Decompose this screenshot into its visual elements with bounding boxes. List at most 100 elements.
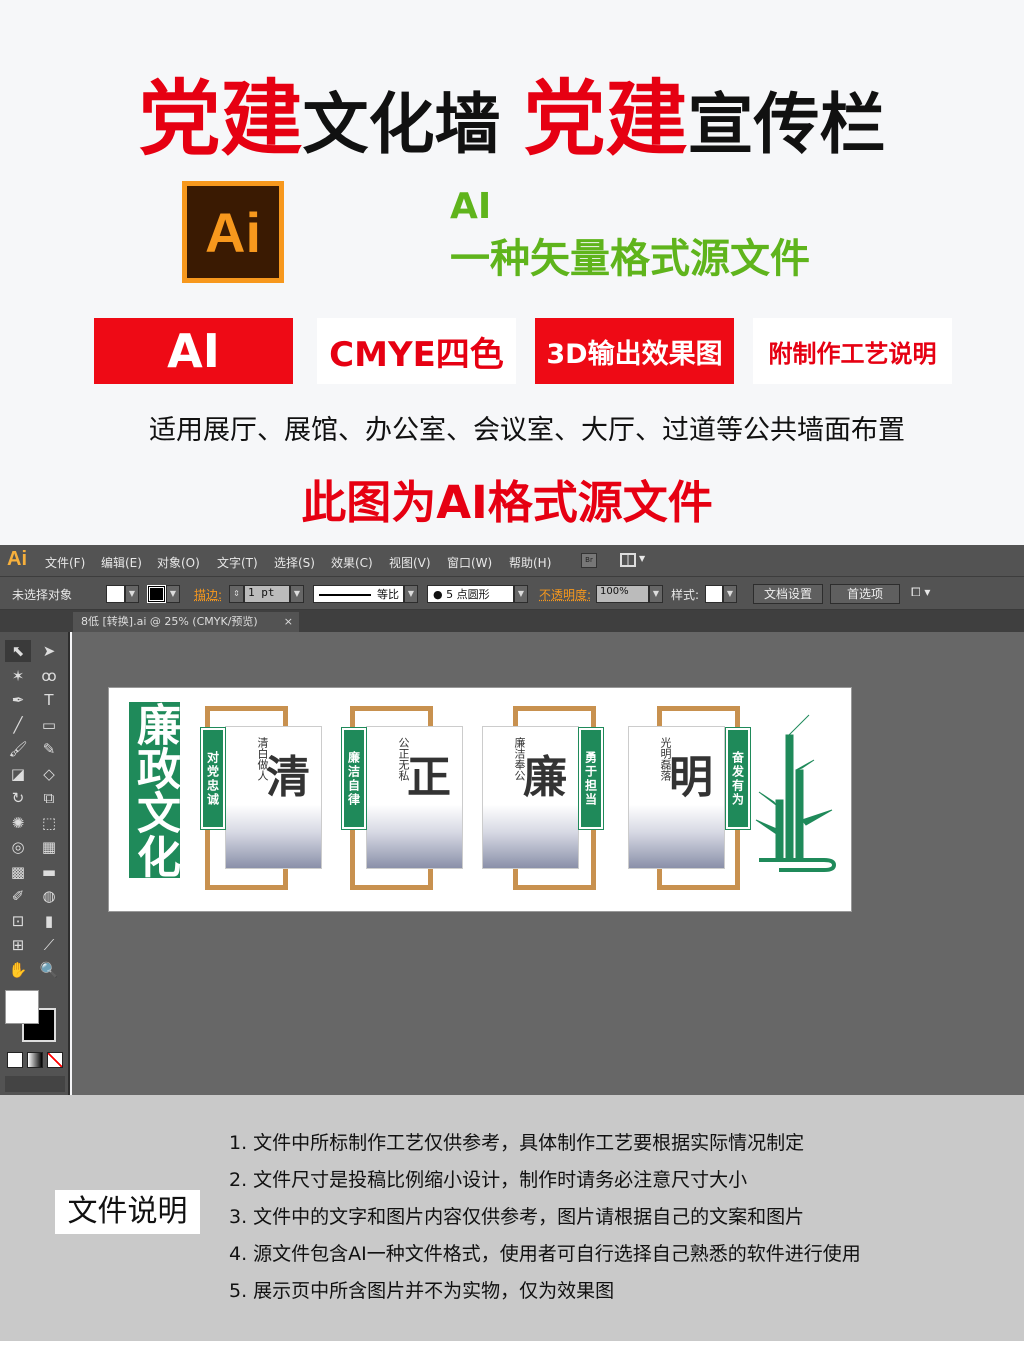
control-panel: 未选择对象 ▼ ▼ 描边: ⇕ 1 pt ▼ 等比 ▼ ● 5 点圆形 ▼ 不透明度:… bbox=[0, 577, 1024, 610]
bridge-icon[interactable]: Br bbox=[581, 553, 597, 568]
description-item: 2. 文件尺寸是投稿比例缩小设计，制作时请务必注意尺寸大小 bbox=[229, 1169, 748, 1191]
panel-card: 廉洁奉公 廉 bbox=[482, 726, 579, 869]
title-part: 文化墙 bbox=[302, 86, 524, 163]
document-tab-title: 8低 [转换].ai @ 25% (CMYK/预览) bbox=[81, 615, 258, 628]
opacity-input[interactable]: 100% bbox=[596, 585, 649, 603]
panel-options-icon[interactable]: ⧠ ▾ bbox=[911, 585, 930, 600]
blend-tool-icon[interactable]: ◍ bbox=[36, 885, 62, 907]
artboard-tool-icon[interactable]: ⊞ bbox=[5, 934, 31, 956]
slice-tool-icon[interactable]: ⟋ bbox=[36, 934, 62, 956]
document-setup-button[interactable]: 文档设置 bbox=[753, 584, 823, 604]
paintbrush-tool-icon[interactable]: 🖌 bbox=[5, 738, 31, 760]
usage-text: 适用展厅、展馆、办公室、会议室、大厅、过道等公共墙面布置 bbox=[149, 415, 905, 446]
profile-dropdown[interactable]: ▼ bbox=[404, 585, 418, 603]
blob-brush-tool-icon[interactable]: ◪ bbox=[5, 763, 31, 785]
free-transform-tool-icon[interactable]: ⬚ bbox=[36, 812, 62, 834]
stroke-weight-input[interactable]: 1 pt bbox=[244, 585, 290, 603]
pencil-tool-icon[interactable]: ✎ bbox=[36, 738, 62, 760]
panel-green-label: 廉洁自律 bbox=[341, 727, 367, 830]
menu-help[interactable]: 帮助(H) bbox=[509, 554, 551, 571]
shape-builder-tool-icon[interactable]: ◎ bbox=[5, 836, 31, 858]
menu-window[interactable]: 窗口(W) bbox=[447, 554, 492, 571]
format-line1: AI bbox=[450, 186, 492, 227]
scale-tool-icon[interactable]: ⧉ bbox=[36, 787, 62, 809]
style-label: 样式: bbox=[671, 588, 700, 602]
gradient-button[interactable] bbox=[27, 1052, 43, 1068]
app-logo: Ai bbox=[7, 548, 27, 570]
direct-selection-tool-icon[interactable]: ➤ bbox=[36, 640, 62, 662]
description-list: 1. 文件中所标制作工艺仅供参考，具体制作工艺要根据实际情况制定 2. 文件尺寸… bbox=[229, 1128, 861, 1313]
profile-line bbox=[319, 594, 371, 596]
warp-tool-icon[interactable]: ✺ bbox=[5, 812, 31, 834]
stroke-dropdown[interactable]: ▼ bbox=[166, 585, 180, 603]
menu-object[interactable]: 对象(O) bbox=[157, 554, 200, 571]
draw-mode-buttons[interactable] bbox=[5, 1076, 65, 1092]
chevron-down-icon[interactable]: ▼ bbox=[639, 554, 645, 563]
file-description-label: 文件说明 bbox=[55, 1190, 200, 1234]
rectangle-tool-icon[interactable]: ▭ bbox=[36, 714, 62, 736]
type-tool-icon[interactable]: T bbox=[36, 689, 62, 711]
preferences-button[interactable]: 首选项 bbox=[830, 584, 900, 604]
panel-big-character: 清 bbox=[266, 752, 310, 803]
stroke-weight-stepper[interactable]: ⇕ bbox=[229, 585, 244, 603]
menu-effect[interactable]: 效果(C) bbox=[331, 554, 373, 571]
stroke-weight-dropdown[interactable]: ▼ bbox=[290, 585, 304, 603]
selection-tool-icon[interactable]: ⬉ bbox=[5, 640, 31, 662]
document-tab[interactable]: 8低 [转换].ai @ 25% (CMYK/预览) × bbox=[73, 612, 299, 632]
panel-big-character: 明 bbox=[669, 752, 713, 803]
menu-view[interactable]: 视图(V) bbox=[389, 554, 431, 571]
menu-bar: Ai 文件(F) 编辑(E) 对象(O) 文字(T) 选择(S) 效果(C) 视… bbox=[0, 545, 1024, 577]
eraser-tool-icon[interactable]: ◇ bbox=[36, 763, 62, 785]
title-part: 党建 bbox=[138, 72, 303, 167]
menu-file[interactable]: 文件(F) bbox=[45, 554, 85, 571]
brush-dropdown[interactable]: ▼ bbox=[514, 585, 528, 603]
stroke-swatch[interactable] bbox=[147, 585, 166, 603]
fill-dropdown[interactable]: ▼ bbox=[125, 585, 139, 603]
gradient-tool-icon[interactable]: ▬ bbox=[36, 861, 62, 883]
pen-tool-icon[interactable]: ✒ bbox=[5, 689, 31, 711]
magic-wand-tool-icon[interactable]: ✶ bbox=[5, 665, 31, 687]
bamboo-decoration bbox=[755, 714, 837, 872]
profile-label: 等比 bbox=[377, 588, 399, 601]
panel-card: 公正无私 正 bbox=[366, 726, 463, 869]
opacity-dropdown[interactable]: ▼ bbox=[649, 585, 663, 603]
title-part: 党建 bbox=[523, 72, 688, 167]
artboard[interactable]: 廉政文化 清白做人 清 对党忠诚 公正无私 正 廉洁自律 廉洁奉公 廉 勇于担当… bbox=[108, 687, 852, 912]
menu-type[interactable]: 文字(T) bbox=[217, 554, 258, 571]
lasso-tool-icon[interactable]: ꝏ bbox=[36, 665, 62, 687]
line-tool-icon[interactable]: ╱ bbox=[5, 714, 31, 736]
fill-swatch[interactable] bbox=[106, 585, 125, 603]
fill-color-box[interactable] bbox=[5, 990, 39, 1024]
illustrator-logo: Ai bbox=[182, 181, 284, 283]
stroke-label[interactable]: 描边: bbox=[194, 586, 222, 603]
badge-ai: AI bbox=[94, 318, 293, 384]
variable-width-profile[interactable]: 等比 bbox=[313, 585, 404, 603]
perspective-grid-tool-icon[interactable]: ▦ bbox=[36, 836, 62, 858]
panel-green-label: 勇于担当 bbox=[578, 727, 604, 830]
badge-3d: 3D输出效果图 bbox=[535, 318, 734, 384]
color-button[interactable] bbox=[7, 1052, 23, 1068]
menu-select[interactable]: 选择(S) bbox=[274, 554, 315, 571]
eyedropper-tool-icon[interactable]: ✐ bbox=[5, 885, 31, 907]
logo-text: Ai bbox=[187, 186, 279, 278]
opacity-label[interactable]: 不透明度: bbox=[539, 586, 591, 603]
hand-tool-icon[interactable]: ✋ bbox=[5, 959, 31, 981]
workspace-layout-icon[interactable] bbox=[620, 553, 636, 567]
description-item: 4. 源文件包含AI一种文件格式，使用者可自行选择自己熟悉的软件进行使用 bbox=[229, 1243, 861, 1265]
none-button[interactable] bbox=[47, 1052, 63, 1068]
title-part: 宣传栏 bbox=[687, 86, 886, 163]
close-tab-icon[interactable]: × bbox=[284, 612, 293, 632]
main-title: 党建文化墙 党建宣传栏 bbox=[0, 52, 1024, 171]
rotate-tool-icon[interactable]: ↻ bbox=[5, 787, 31, 809]
badge-craft: 附制作工艺说明 bbox=[753, 318, 952, 384]
description-item: 5. 展示页中所含图片并不为实物，仅为效果图 bbox=[229, 1280, 615, 1302]
symbol-sprayer-tool-icon[interactable]: ⊡ bbox=[5, 910, 31, 932]
column-graph-tool-icon[interactable]: ▮ bbox=[36, 910, 62, 932]
style-swatch[interactable] bbox=[705, 585, 723, 603]
side-title-text: 廉政文化 bbox=[129, 702, 180, 878]
zoom-tool-icon[interactable]: 🔍 bbox=[36, 959, 62, 981]
style-dropdown[interactable]: ▼ bbox=[723, 585, 737, 603]
brush-definition[interactable]: ● 5 点圆形 bbox=[427, 585, 514, 603]
mesh-tool-icon[interactable]: ▩ bbox=[5, 861, 31, 883]
menu-edit[interactable]: 编辑(E) bbox=[101, 554, 142, 571]
